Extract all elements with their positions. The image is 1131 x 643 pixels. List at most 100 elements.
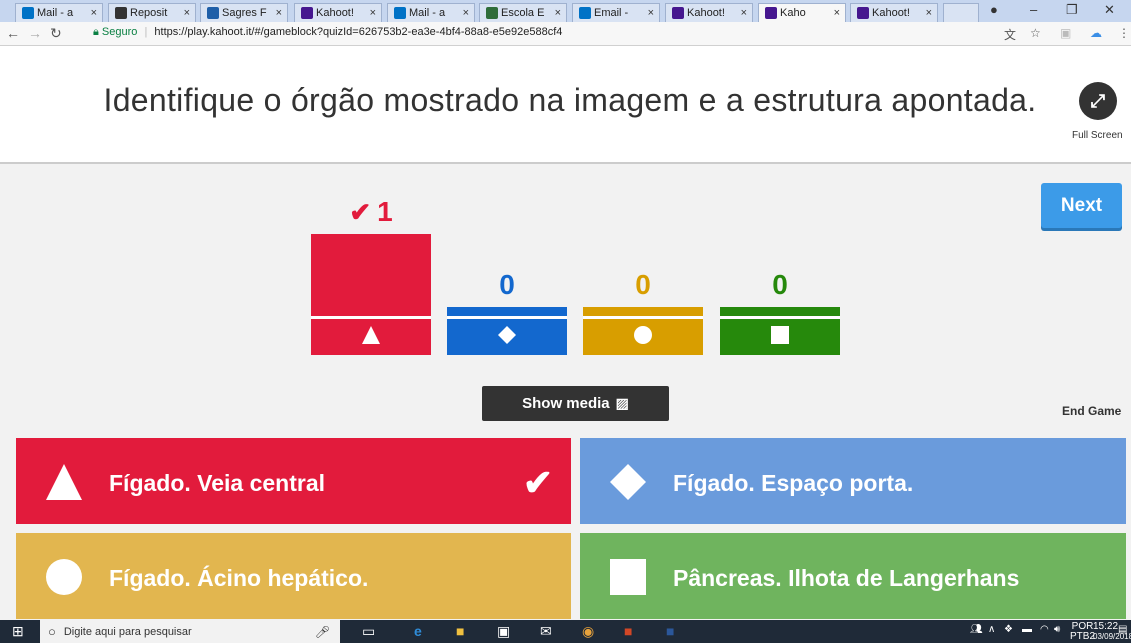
diamond-icon <box>498 325 516 349</box>
reload-icon[interactable]: ↻ <box>50 25 62 42</box>
tab-label: Email - <box>594 7 629 19</box>
circle-icon <box>46 559 82 595</box>
result-count-value: 1 <box>377 196 393 227</box>
browser-tab[interactable]: Email - × <box>572 3 660 22</box>
fullscreen-icon: ⤢ <box>1090 90 1106 111</box>
translate-icon[interactable]: 文 <box>1004 26 1016 43</box>
new-tab-button[interactable] <box>943 3 979 22</box>
diamond-icon <box>610 464 646 500</box>
result-bar <box>311 234 431 355</box>
tab-close-icon[interactable]: × <box>834 7 840 19</box>
chrome-icon[interactable]: ◉ <box>582 623 594 640</box>
tab-favicon-icon <box>672 7 684 19</box>
result-bar <box>720 307 840 355</box>
browser-tab[interactable]: Escola E × <box>479 3 567 22</box>
dropbox-icon[interactable]: ❖ <box>1004 625 1013 635</box>
fullscreen-button[interactable]: ⤢ <box>1079 82 1117 120</box>
volume-icon[interactable]: 🔊︎ <box>1054 625 1060 635</box>
forward-icon[interactable]: → <box>28 25 42 41</box>
search-placeholder: Digite aqui para pesquisar <box>63 625 192 638</box>
result-count: 0 <box>583 269 703 301</box>
correct-checkmark-icon: ✔ <box>522 462 553 503</box>
tab-close-icon[interactable]: × <box>741 7 747 19</box>
windows-start-icon[interactable]: ⊞ <box>12 623 24 640</box>
answer-option-3[interactable]: Fígado. Ácino hepático. <box>16 533 571 619</box>
tab-close-icon[interactable]: × <box>276 7 282 19</box>
answer-option-2[interactable]: Fígado. Espaço porta. <box>580 438 1126 524</box>
tab-favicon-icon <box>394 7 406 19</box>
tab-label: Reposit <box>130 7 168 19</box>
url-field[interactable]: 🔒︎ Seguro | https://play.kahoot.it/#/gam… <box>93 26 562 39</box>
mail-icon[interactable]: ✉ <box>540 623 552 640</box>
tab-label: Escola E <box>501 7 545 19</box>
checkmark-icon: ✔ <box>349 197 372 227</box>
tab-close-icon[interactable]: × <box>91 7 97 19</box>
browser-tab[interactable]: Kaho × <box>758 3 846 22</box>
language-indicator[interactable]: POR PTB2 <box>1070 622 1095 642</box>
people-icon[interactable]: 👥︎ <box>970 625 983 635</box>
tab-label: Kahoot! <box>316 7 354 19</box>
microphone-icon[interactable]: 🎤︎ <box>315 625 330 639</box>
cortana-icon: ○ <box>48 624 56 639</box>
tab-close-icon[interactable]: × <box>463 7 469 19</box>
browser-tab[interactable]: Mail - a × <box>15 3 103 22</box>
result-bar-fill <box>311 234 431 316</box>
next-button[interactable]: Next <box>1041 183 1122 228</box>
result-count-value: 0 <box>772 269 788 300</box>
file-explorer-icon[interactable]: ■ <box>456 623 464 639</box>
notification-icon[interactable]: ▤ <box>1118 625 1127 635</box>
browser-tab[interactable]: Sagres F × <box>200 3 288 22</box>
tab-label: Sagres F <box>222 7 267 19</box>
tab-label: Mail - a <box>409 7 446 19</box>
store-icon[interactable]: ▣ <box>497 623 510 640</box>
tab-favicon-icon <box>579 7 591 19</box>
browser-tab[interactable]: Reposit × <box>108 3 196 22</box>
edge-icon[interactable]: e <box>414 623 422 639</box>
tab-close-icon[interactable]: × <box>648 7 654 19</box>
end-game-button[interactable]: End Game <box>1062 404 1121 418</box>
browser-tab[interactable]: Kahoot! × <box>665 3 753 22</box>
square-icon <box>610 559 646 595</box>
taskbar-search[interactable]: ○ Digite aqui para pesquisar 🎤︎ <box>40 620 340 643</box>
answer-label: Fígado. Veia central <box>109 470 326 496</box>
profile-icon[interactable]: ● <box>990 2 998 17</box>
powerpoint-icon[interactable]: ■ <box>624 623 632 639</box>
cloud-icon[interactable]: ☁ <box>1090 26 1102 40</box>
tab-close-icon[interactable]: × <box>555 7 561 19</box>
browser-tab[interactable]: Kahoot! × <box>850 3 938 22</box>
tab-label: Kaho <box>780 7 806 19</box>
tab-favicon-icon <box>765 7 777 19</box>
lock-icon: 🔒︎ <box>93 26 99 38</box>
back-icon[interactable]: ← <box>6 25 20 41</box>
answer-option-1[interactable]: Fígado. Veia central ✔ <box>16 438 571 524</box>
tab-close-icon[interactable]: × <box>184 7 190 19</box>
close-window-button[interactable]: ✕ <box>1104 2 1115 18</box>
browser-tab[interactable]: Kahoot! × <box>294 3 382 22</box>
tab-favicon-icon <box>207 7 219 19</box>
word-icon[interactable]: ■ <box>666 623 674 639</box>
windows-taskbar: ⊞ ○ Digite aqui para pesquisar 🎤︎ ▭ e ■ … <box>0 620 1131 643</box>
result-bar <box>447 307 567 355</box>
url-text: https://play.kahoot.it/#/gameblock?quizI… <box>154 26 563 38</box>
task-view-icon[interactable]: ▭ <box>362 623 375 640</box>
minimize-button[interactable]: – <box>1030 2 1037 17</box>
tab-close-icon[interactable]: × <box>370 7 376 19</box>
result-bar <box>583 307 703 355</box>
answer-option-4[interactable]: Pâncreas. Ilhota de Langerhans <box>580 533 1126 619</box>
tab-label: Kahoot! <box>872 7 910 19</box>
show-media-label: Show media <box>522 395 610 412</box>
clock[interactable]: 15:22 03/09/2018 <box>1093 622 1131 642</box>
wifi-icon[interactable]: ◠ <box>1040 625 1049 635</box>
menu-icon[interactable]: ⋮ <box>1118 26 1130 40</box>
tray-chevron-icon[interactable]: ∧ <box>988 625 995 635</box>
tab-close-icon[interactable]: × <box>926 7 932 19</box>
show-media-button[interactable]: Show media ▨ <box>482 386 669 421</box>
result-bar-fill <box>720 307 840 316</box>
maximize-button[interactable]: ❐ <box>1066 2 1078 18</box>
bookmark-star-icon[interactable]: ☆ <box>1030 26 1041 40</box>
browser-tab[interactable]: Mail - a × <box>387 3 475 22</box>
extension-icon[interactable]: ▣ <box>1060 26 1071 40</box>
result-count-value: 0 <box>499 269 515 300</box>
battery-icon[interactable]: ▬ <box>1022 625 1032 635</box>
circle-icon <box>634 325 652 349</box>
